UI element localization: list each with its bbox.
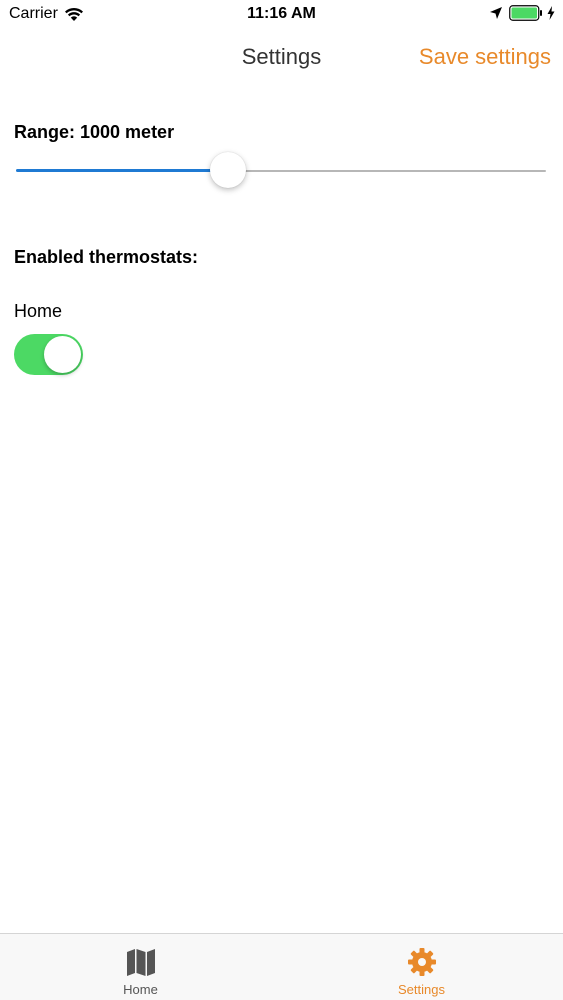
tab-home[interactable]: Home <box>0 934 281 1000</box>
tab-settings[interactable]: Settings <box>281 934 562 1000</box>
tab-label-settings: Settings <box>398 982 445 997</box>
tab-bar: Home Settings <box>0 933 563 1000</box>
range-label: Range: 1000 meter <box>14 122 175 142</box>
save-settings-button[interactable]: Save settings <box>419 44 551 70</box>
thermostat-toggle-home[interactable] <box>14 334 83 375</box>
status-time: 11:16 AM <box>247 5 316 22</box>
toggle-knob <box>44 336 81 373</box>
charging-bolt-icon <box>547 6 555 20</box>
navigation-bar: Settings Save settings <box>0 30 563 86</box>
location-arrow-icon <box>490 7 502 19</box>
tab-label-home: Home <box>123 982 158 997</box>
settings-screen: Carrier 11:16 AM Settings Save settings … <box>0 0 563 1000</box>
thermostat-label-home: Home <box>14 301 63 321</box>
slider-track-empty <box>228 170 546 172</box>
status-right <box>489 5 555 21</box>
map-icon <box>126 949 155 976</box>
battery-icon <box>509 5 542 21</box>
status-bar: Carrier 11:16 AM <box>0 0 563 30</box>
enabled-thermostats-heading: Enabled thermostats: <box>14 247 199 267</box>
slider-thumb[interactable] <box>210 152 246 188</box>
range-slider[interactable] <box>16 150 546 194</box>
slider-track-filled <box>16 169 228 172</box>
gear-icon <box>407 948 436 976</box>
